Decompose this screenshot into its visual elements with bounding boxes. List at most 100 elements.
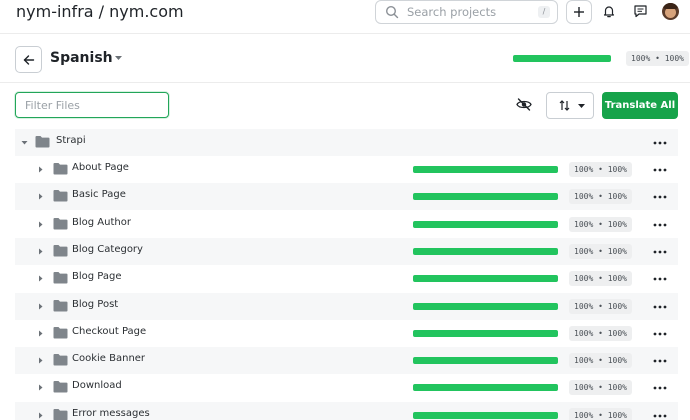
more-icon[interactable] [652,246,668,258]
chevron-right-icon[interactable] [37,221,44,228]
tree-row[interactable]: Basic Page 100% • 100% [15,183,678,211]
progress-bar [413,193,558,201]
folder-name[interactable]: Basic Page [72,189,126,200]
chevron-right-icon[interactable] [37,357,44,364]
chevron-right-icon[interactable] [37,412,44,419]
filter-box[interactable] [15,92,169,118]
chevron-down-icon[interactable] [21,139,28,146]
chevron-right-icon[interactable] [37,248,44,255]
more-icon[interactable] [652,137,668,149]
tree-row[interactable]: Cookie Banner 100% • 100% [15,347,678,375]
progress-fill [413,220,558,228]
folder-name[interactable]: Blog Author [72,217,131,228]
folder-name[interactable]: About Page [72,162,129,173]
search-icon [385,5,399,19]
folder-icon [53,244,68,257]
more-icon[interactable] [652,301,668,313]
folder-icon [53,354,68,366]
tree-row[interactable]: Checkout Page 100% • 100% [15,320,678,347]
more-icon[interactable] [652,219,668,231]
add-button[interactable] [566,0,592,24]
progress-badge: 100% • 100% [569,353,632,369]
tree-root-row[interactable]: Strapi [15,129,678,156]
chevron-right-icon[interactable] [37,303,44,310]
folder-name[interactable]: Download [72,380,122,391]
chat-icon[interactable] [633,4,648,18]
progress-fill [413,384,558,392]
tree-row[interactable]: Download 100% • 100% [15,374,678,401]
chevron-right-icon[interactable] [37,330,44,337]
progress-bar [413,302,558,310]
tree-row[interactable]: Blog Post 100% • 100% [15,292,678,320]
filter-input[interactable] [25,98,161,113]
caret-down-icon[interactable] [115,56,122,61]
tree-row[interactable]: Blog Category 100% • 100% [15,237,678,265]
language-progress-bar [513,55,611,62]
more-icon[interactable] [652,273,668,285]
sort-button[interactable] [546,92,594,119]
progress-bar [413,220,558,228]
folder-icon [53,381,68,393]
more-icon[interactable] [652,410,668,420]
chevron-right-icon[interactable] [37,193,44,200]
sort-icon [559,100,570,111]
progress-bar [413,357,558,365]
tree-row[interactable]: Error messages 100% • 100% [15,401,678,420]
progress-badge: 100% • 100% [569,407,632,420]
progress-bar [413,384,558,392]
back-button[interactable] [15,46,42,73]
more-icon[interactable] [652,164,668,176]
eye-off-icon[interactable] [516,98,532,111]
chevron-right-icon[interactable] [37,275,44,282]
progress-fill [413,275,558,283]
breadcrumb[interactable]: nym-infra / nym.com [16,2,184,21]
language-title[interactable]: Spanish [50,50,113,66]
more-icon[interactable] [652,382,668,394]
translate-all-button[interactable]: Translate All [602,92,678,119]
search-box[interactable]: / [375,0,558,24]
more-icon[interactable] [652,355,668,367]
language-progress-fill [513,55,611,62]
progress-fill [413,166,558,173]
progress-fill [413,247,558,255]
progress-badge: 100% • 100% [569,271,632,287]
chevron-right-icon[interactable] [37,384,44,391]
progress-fill [413,357,558,365]
folder-name[interactable]: Blog Post [72,299,118,310]
tree-row[interactable]: Blog Author 100% • 100% [15,211,678,238]
more-icon[interactable] [652,328,668,340]
progress-badge: 100% • 100% [569,189,632,205]
folder-name[interactable]: Blog Page [72,271,122,282]
folder-name[interactable]: Cookie Banner [72,353,145,364]
progress-bar [413,329,558,337]
caret-down-icon [578,104,585,108]
progress-fill [413,193,558,201]
search-input[interactable] [407,4,527,20]
plus-icon [574,7,584,17]
progress-badge: 100% • 100% [569,243,632,259]
progress-bar [413,247,558,255]
folder-icon [53,272,68,284]
folder-name[interactable]: Error messages [72,408,150,419]
progress-fill [413,302,558,310]
folder-name[interactable]: Blog Category [72,244,143,255]
folder-name[interactable]: Checkout Page [72,326,146,337]
arrow-left-icon [23,55,35,65]
progress-badge: 100% • 100% [569,380,632,396]
tree-row[interactable]: About Page 100% • 100% [15,156,678,183]
top-bar: nym-infra / nym.com / [0,0,690,34]
bell-icon[interactable] [602,4,616,18]
folder-icon [53,163,68,175]
chevron-right-icon[interactable] [37,166,44,173]
folder-name[interactable]: Strapi [56,135,86,146]
avatar[interactable] [662,3,679,20]
progress-bar [413,411,558,419]
more-icon[interactable] [652,191,668,203]
tree-row[interactable]: Blog Page 100% • 100% [15,265,678,292]
folder-icon [53,217,68,230]
progress-badge: 100% • 100% [569,216,632,232]
progress-fill [413,411,558,419]
language-progress-badge: 100% • 100% [626,51,689,66]
folder-icon [53,190,68,202]
folder-icon [53,408,68,420]
